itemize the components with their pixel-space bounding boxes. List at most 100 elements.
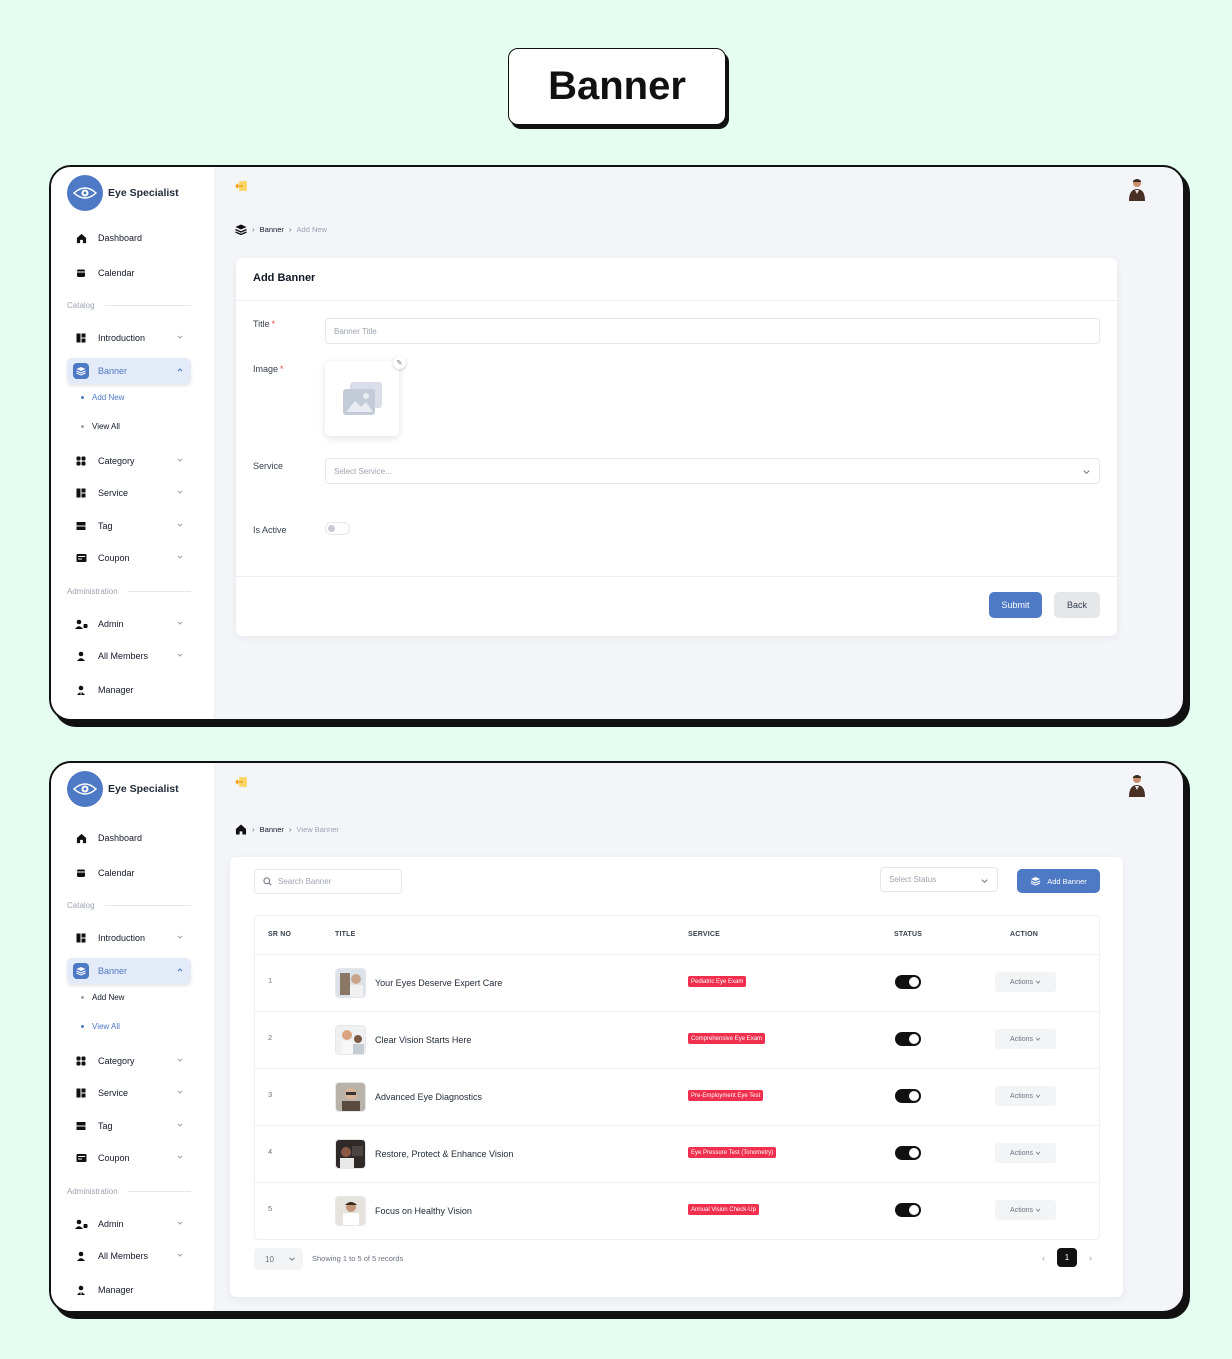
status-toggle[interactable]	[895, 1146, 921, 1160]
column-header-status[interactable]: STATUS	[894, 931, 922, 938]
breadcrumb: › Banner › View Banner	[235, 824, 339, 835]
status-toggle[interactable]	[895, 975, 921, 989]
chevron-down-icon	[177, 653, 183, 657]
sidebar-item-banner[interactable]: Banner	[67, 958, 191, 984]
sidebar-item-admin[interactable]: Admin	[67, 611, 191, 637]
row-sr: 3	[268, 1090, 273, 1099]
prev-page-button[interactable]: ‹	[1042, 1253, 1045, 1263]
table-footer: 10 Showing 1 to 5 of 5 records ‹ 1 ›	[254, 1248, 1100, 1270]
sidebar: Eye Specialist Dashboard Calendar Catalo…	[51, 763, 215, 1311]
sidebar-item-coupon[interactable]: Coupon	[67, 545, 191, 571]
chevron-down-icon	[177, 935, 183, 939]
sidebar-item-all-members[interactable]: All Members	[67, 1243, 191, 1269]
sidebar-item-all-members[interactable]: All Members	[67, 643, 191, 669]
sidebar-item-admin[interactable]: Admin	[67, 1211, 191, 1237]
coupon-icon	[73, 1150, 89, 1166]
layout-icon	[73, 330, 89, 346]
sidebar-item-dashboard[interactable]: Dashboard	[67, 225, 191, 251]
sidebar-item-category[interactable]: Category	[67, 448, 191, 474]
chevron-up-icon	[177, 968, 183, 972]
section-catalog: Catalog	[67, 901, 191, 910]
sidebar-item-service[interactable]: Service	[67, 480, 191, 506]
sidebar-item-label: Banner	[98, 366, 128, 376]
actions-dropdown[interactable]: Actions	[995, 1143, 1056, 1163]
sidebar-item-label: Dashboard	[98, 833, 143, 843]
sidebar-item-label: Banner	[98, 966, 128, 976]
avatar[interactable]	[1127, 177, 1147, 201]
layout-icon	[73, 1085, 89, 1101]
chevron-down-icon	[177, 1221, 183, 1225]
page-button[interactable]: 1	[1057, 1248, 1077, 1267]
service-badge: Comprehensive Eye Exam	[688, 1033, 766, 1044]
actions-dropdown[interactable]: Actions	[995, 1086, 1056, 1106]
column-header-service[interactable]: SERVICE	[688, 931, 720, 938]
is-active-toggle[interactable]	[325, 522, 350, 535]
sidebar-sub-add-new[interactable]: Add New	[81, 993, 124, 1002]
chevron-down-icon	[981, 879, 988, 884]
breadcrumb-section[interactable]: Banner	[260, 225, 284, 234]
sidebar-item-manager[interactable]: Manager	[67, 677, 191, 703]
actions-dropdown[interactable]: Actions	[995, 1029, 1056, 1049]
search-icon	[263, 877, 272, 886]
sidebar-item-dashboard[interactable]: Dashboard	[67, 825, 191, 851]
service-select[interactable]: Select Service...	[325, 458, 1100, 484]
page-size-select[interactable]: 10	[254, 1248, 303, 1270]
chevron-down-icon	[1083, 470, 1090, 475]
sidebar-item-banner[interactable]: Banner	[67, 358, 191, 384]
layout-icon	[73, 930, 89, 946]
sidebar-item-label: Coupon	[98, 1153, 130, 1163]
sidebar-item-label: Tag	[98, 1121, 113, 1131]
calendar-icon	[73, 865, 89, 881]
sidebar-item-service[interactable]: Service	[67, 1080, 191, 1106]
status-toggle[interactable]	[895, 1032, 921, 1046]
home-icon[interactable]	[235, 824, 247, 835]
status-toggle[interactable]	[895, 1203, 921, 1217]
actions-dropdown[interactable]: Actions	[995, 972, 1056, 992]
sidebar-item-manager[interactable]: Manager	[67, 1277, 191, 1303]
sidebar-item-calendar[interactable]: Calendar	[67, 860, 191, 886]
image-upload[interactable]	[325, 361, 399, 436]
back-button[interactable]: Back	[1054, 592, 1100, 618]
status-toggle[interactable]	[895, 1089, 921, 1103]
submit-button[interactable]: Submit	[989, 592, 1042, 618]
collapse-icon[interactable]	[235, 179, 249, 193]
section-administration: Administration	[67, 1187, 191, 1196]
admin-icon	[73, 1216, 89, 1232]
sidebar-item-label: Service	[98, 488, 129, 498]
sidebar-sub-view-all[interactable]: View All	[81, 422, 120, 431]
actions-dropdown[interactable]: Actions	[995, 1200, 1056, 1220]
sidebar-item-tag[interactable]: Tag	[67, 513, 191, 539]
layers-icon[interactable]	[235, 224, 247, 235]
app-name: Eye Specialist	[108, 187, 179, 199]
sidebar-item-category[interactable]: Category	[67, 1048, 191, 1074]
service-badge: Eye Pressure Test (Tonometry)	[688, 1147, 777, 1158]
next-page-button[interactable]: ›	[1089, 1253, 1092, 1263]
collapse-icon[interactable]	[235, 775, 249, 789]
add-banner-button[interactable]: Add Banner	[1017, 869, 1100, 893]
logo[interactable]: Eye Specialist	[67, 771, 179, 807]
sidebar-item-label: Dashboard	[98, 233, 143, 243]
user-icon	[73, 648, 89, 664]
sidebar-item-tag[interactable]: Tag	[67, 1113, 191, 1139]
row-title: Advanced Eye Diagnostics	[375, 1092, 483, 1102]
sidebar-item-introduction[interactable]: Introduction	[67, 925, 191, 951]
column-header-sr[interactable]: SR NO	[268, 931, 291, 938]
breadcrumb-current: Add New	[296, 225, 327, 234]
pencil-icon[interactable]: ✎	[393, 356, 406, 369]
column-header-title[interactable]: TITLE	[335, 931, 355, 938]
sidebar-sub-add-new[interactable]: Add New	[81, 393, 124, 402]
logo[interactable]: Eye Specialist	[67, 175, 179, 211]
sidebar-item-introduction[interactable]: Introduction	[67, 325, 191, 351]
status-select[interactable]: Select Status	[880, 867, 998, 892]
title-input[interactable]: Banner Title	[325, 318, 1100, 344]
layers-icon	[73, 363, 89, 379]
banner-thumbnail	[335, 1082, 366, 1112]
sidebar-item-calendar[interactable]: Calendar	[67, 260, 191, 286]
logo-eye-icon	[67, 175, 103, 211]
sidebar-sub-view-all[interactable]: View All	[81, 1022, 120, 1031]
breadcrumb-section[interactable]: Banner	[260, 825, 284, 834]
coupon-icon	[73, 550, 89, 566]
sidebar-item-coupon[interactable]: Coupon	[67, 1145, 191, 1171]
avatar[interactable]	[1127, 773, 1147, 797]
search-input[interactable]: Search Banner	[254, 869, 402, 894]
